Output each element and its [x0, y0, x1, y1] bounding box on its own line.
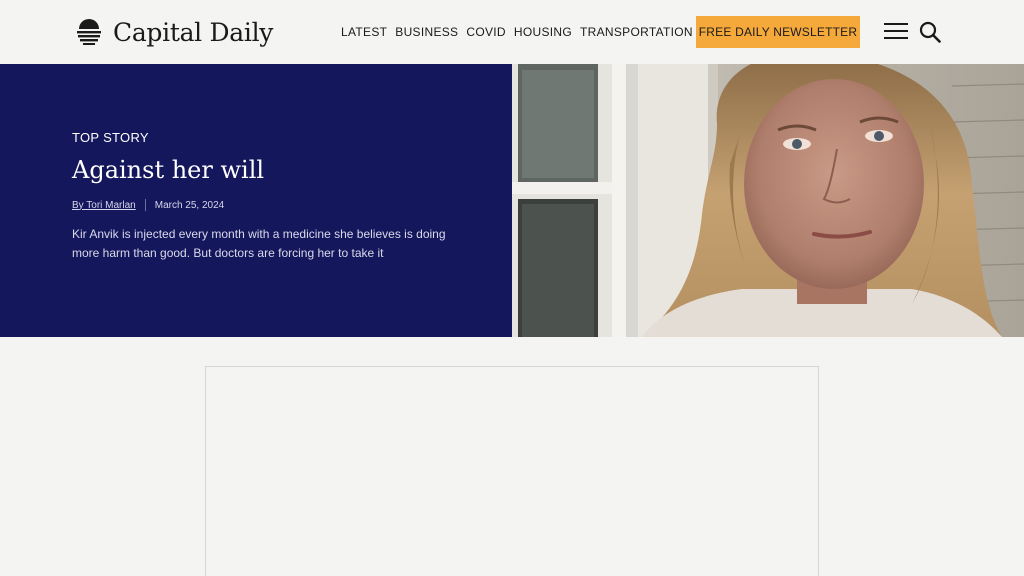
ad-placeholder	[205, 366, 819, 576]
site-logo[interactable]: Capital Daily	[75, 16, 273, 48]
author-link[interactable]: By Tori Marlan	[72, 200, 136, 211]
site-header: Capital Daily LATEST BUSINESS COVID HOUS…	[0, 0, 1024, 64]
hamburger-menu-icon[interactable]	[884, 23, 908, 41]
byline-divider	[144, 199, 146, 211]
logo-text: Capital Daily	[113, 17, 274, 47]
story-byline: By Tori Marlan March 25, 2024	[72, 199, 224, 211]
top-story-panel: TOP STORY Against her will By Tori Marla…	[0, 64, 512, 337]
story-photo[interactable]	[512, 64, 1024, 337]
story-dek: Kir Anvik is injected every month with a…	[72, 227, 446, 260]
main-nav: LATEST BUSINESS COVID HOUSING TRANSPORTA…	[341, 24, 693, 40]
nav-item-transportation[interactable]: TRANSPORTATION	[580, 24, 693, 40]
newsletter-button[interactable]: FREE DAILY NEWSLETTER	[696, 16, 860, 48]
nav-item-business[interactable]: BUSINESS	[395, 24, 458, 40]
story-headline[interactable]: Against her will	[72, 156, 264, 184]
top-story-hero: TOP STORY Against her will By Tori Marla…	[0, 64, 1024, 337]
nav-item-housing[interactable]: HOUSING	[514, 24, 572, 40]
sunrise-logo-icon	[77, 19, 101, 45]
nav-item-latest[interactable]: LATEST	[341, 24, 387, 40]
portrait-photo-image	[512, 64, 1024, 337]
story-date: March 25, 2024	[154, 199, 225, 211]
story-kicker: TOP STORY	[72, 130, 149, 145]
nav-item-covid[interactable]: COVID	[466, 24, 506, 40]
search-icon[interactable]	[919, 21, 941, 43]
